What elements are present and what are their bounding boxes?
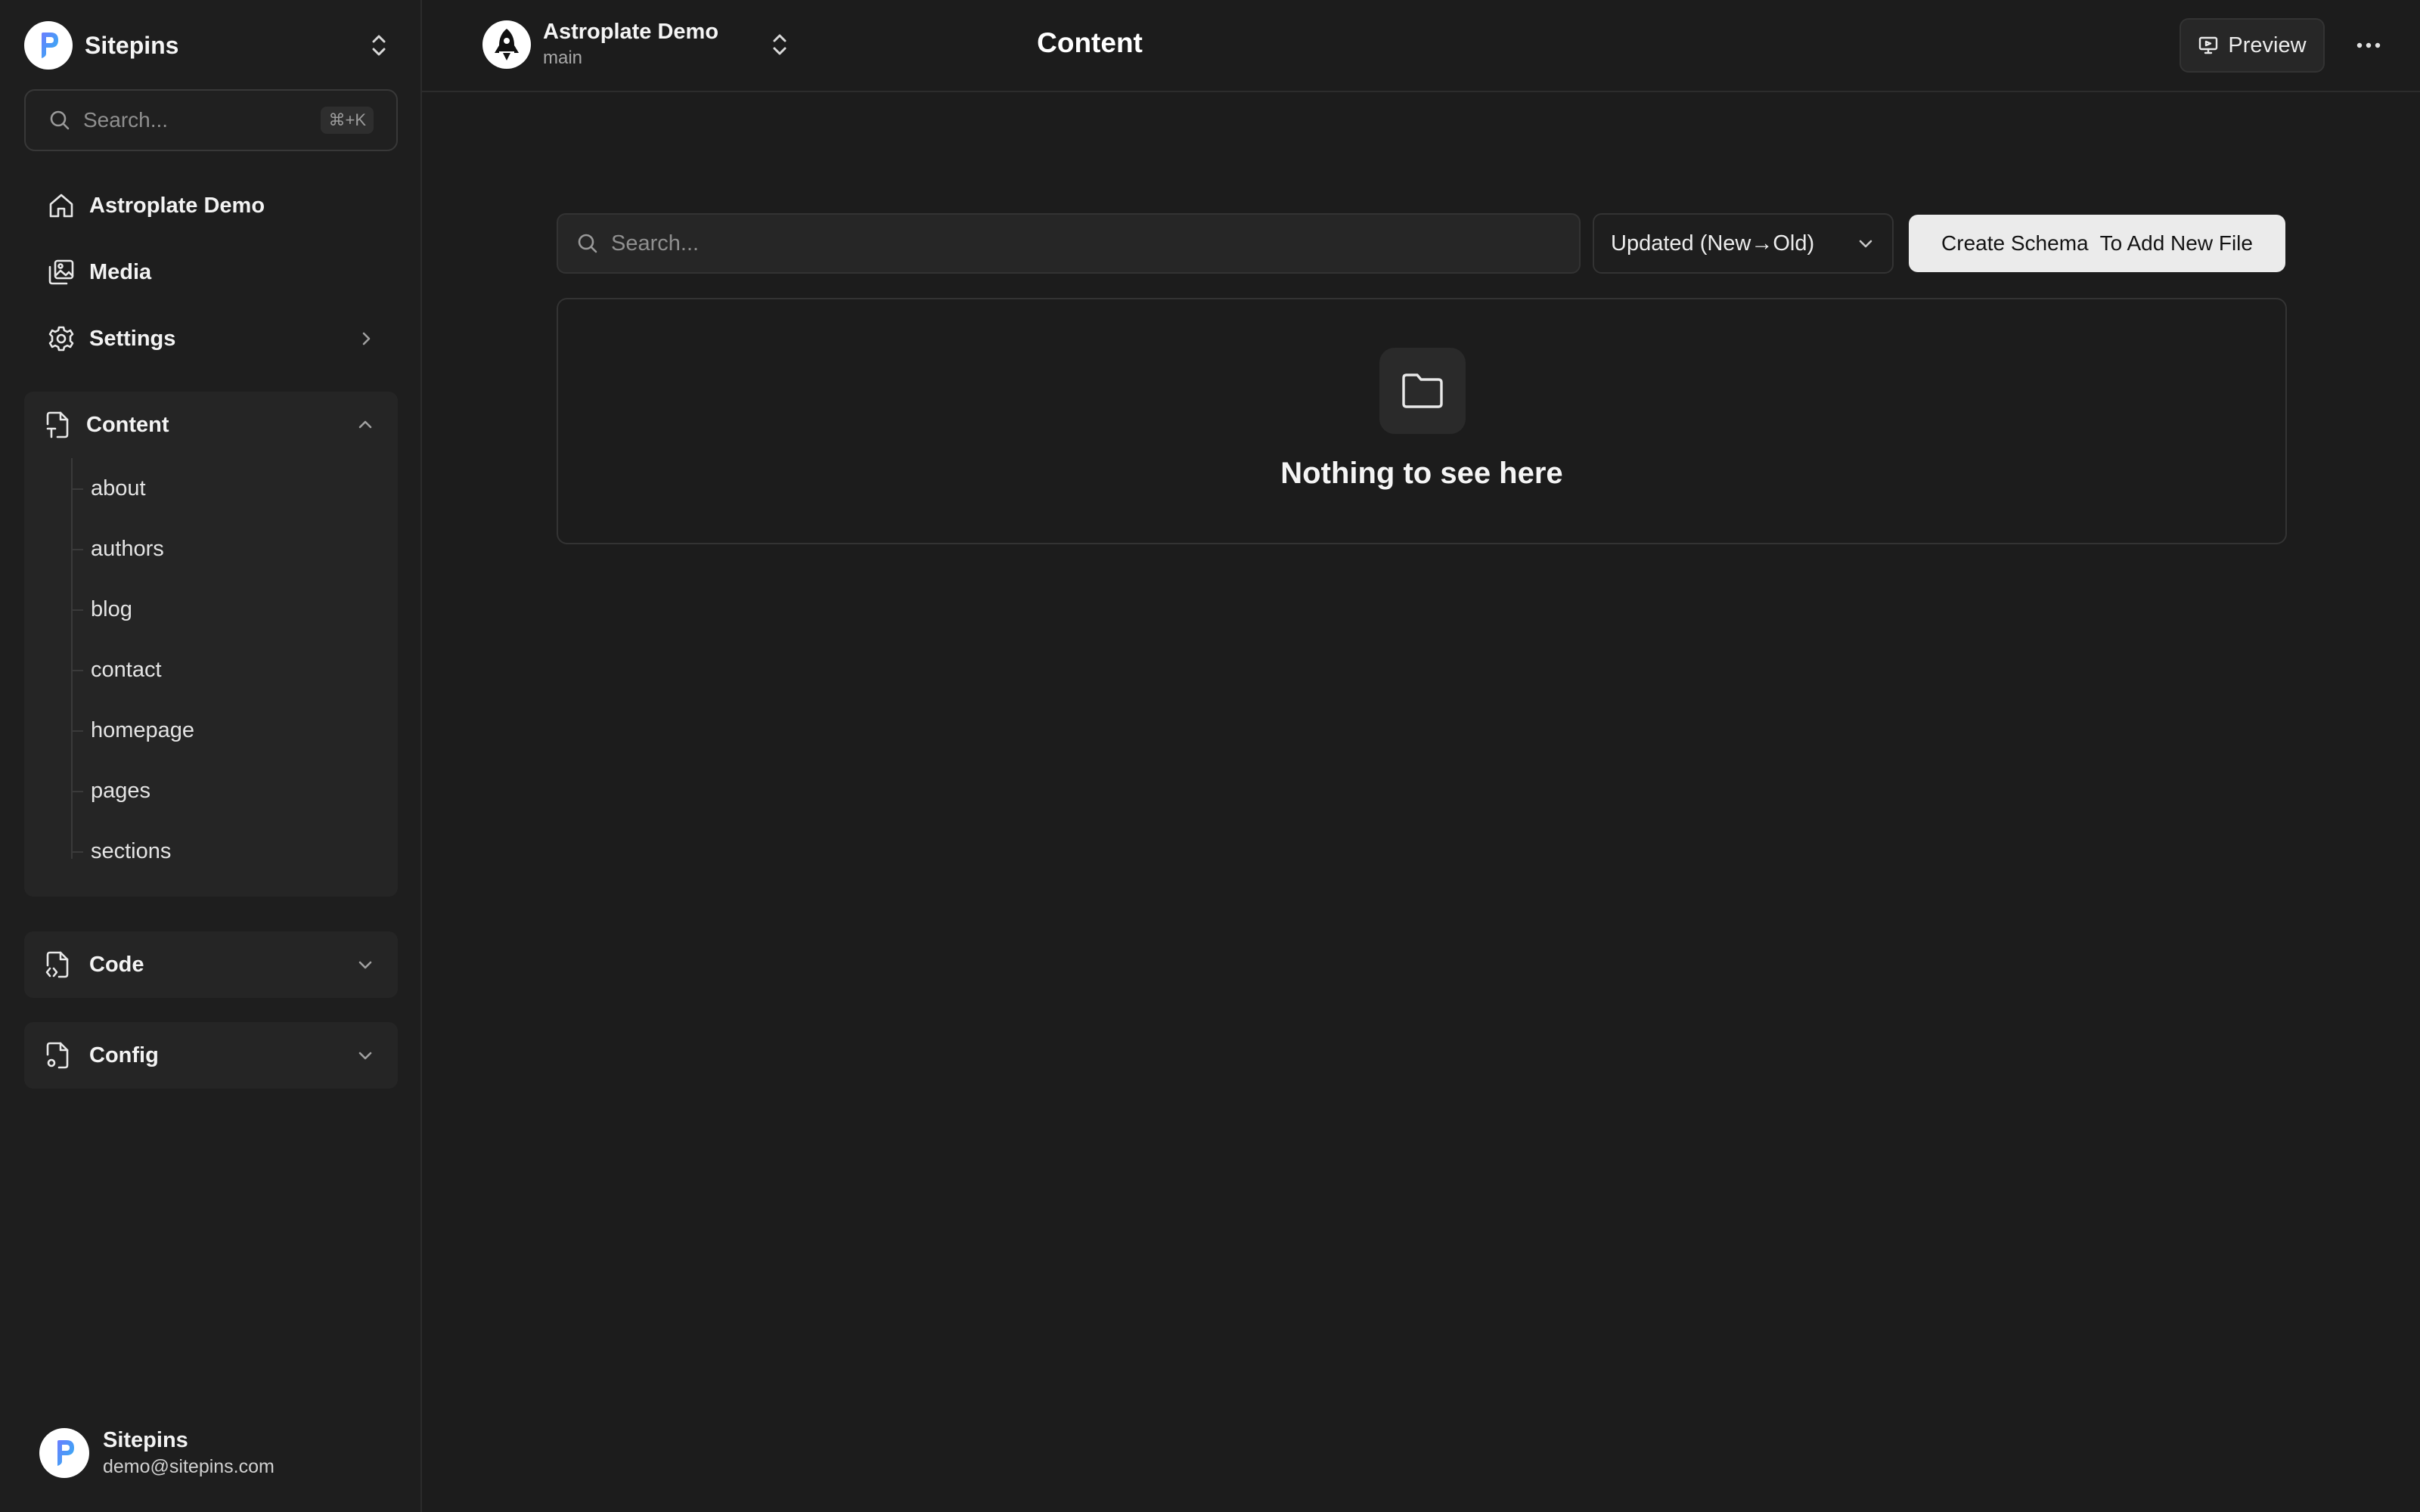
sort-select[interactable]: Updated (New→Old) <box>1593 213 1894 274</box>
empty-state: Nothing to see here <box>557 298 2287 544</box>
avatar <box>39 1428 89 1478</box>
top-bar: Astroplate Demo main Content Preview <box>422 0 2420 92</box>
sidebar: Sitepins Search... ⌘+K Astroplate Demo M… <box>0 0 422 1512</box>
sidebar-item-media[interactable]: Media <box>24 245 398 299</box>
collection-item-authors[interactable]: authors <box>47 519 398 579</box>
collection-item-contact[interactable]: contact <box>47 640 398 700</box>
collection-item-blog[interactable]: blog <box>47 579 398 640</box>
content-section-label: Content <box>86 412 169 437</box>
collection-item-homepage[interactable]: homepage <box>47 700 398 761</box>
gear-icon <box>47 324 76 353</box>
sidebar-item-label: Media <box>89 259 152 284</box>
file-text-icon <box>44 411 71 439</box>
collection-item-sections[interactable]: sections <box>47 821 398 881</box>
config-section-label: Config <box>89 1043 159 1067</box>
code-section-toggle[interactable]: Code <box>24 931 398 998</box>
sitepins-logo-icon <box>24 21 73 70</box>
more-options-button[interactable] <box>2349 27 2388 64</box>
content-section: Content about authors blog contact homep… <box>24 392 398 897</box>
sidebar-item-astroplate-demo[interactable]: Astroplate Demo <box>24 178 398 233</box>
sidebar-item-label: Astroplate Demo <box>89 193 265 218</box>
sidebar-item-settings[interactable]: Settings <box>24 311 398 366</box>
code-section-label: Code <box>89 952 144 977</box>
user-info: Sitepins demo@sitepins.com <box>103 1428 275 1478</box>
folder-icon <box>1379 348 1466 434</box>
preview-button[interactable]: Preview <box>2180 18 2325 73</box>
user-email: demo@sitepins.com <box>103 1456 275 1477</box>
code-section: Code <box>24 931 398 998</box>
chevron-up-down-icon <box>368 32 390 59</box>
collection-item-pages[interactable]: pages <box>47 761 398 821</box>
content-search-input[interactable]: Search... <box>557 213 1581 274</box>
chevron-down-icon <box>355 955 375 974</box>
search-icon <box>48 109 71 132</box>
search-icon <box>576 232 599 255</box>
content-search-placeholder: Search... <box>611 231 700 256</box>
config-section-toggle[interactable]: Config <box>24 1022 398 1089</box>
collection-item-about[interactable]: about <box>47 458 398 519</box>
preview-button-label: Preview <box>2228 33 2307 57</box>
more-horizontal-icon <box>2356 42 2381 49</box>
chevron-down-icon <box>1856 234 1876 253</box>
file-cog-icon <box>44 1041 71 1070</box>
config-section: Config <box>24 1022 398 1089</box>
chevron-down-icon <box>355 1046 375 1065</box>
create-schema-button[interactable]: Create Schema To Add New File <box>1909 215 2285 272</box>
media-icon <box>47 258 76 287</box>
user-name: Sitepins <box>103 1428 188 1452</box>
sidebar-search[interactable]: Search... ⌘+K <box>24 89 398 151</box>
chevron-right-icon <box>357 330 375 348</box>
chevron-up-icon <box>355 415 375 435</box>
file-code-icon <box>44 950 71 979</box>
monitor-icon <box>2198 35 2219 56</box>
user-profile[interactable]: Sitepins demo@sitepins.com <box>39 1424 395 1482</box>
workspace-switcher[interactable]: Sitepins <box>24 20 390 71</box>
content-section-toggle[interactable]: Content <box>24 392 398 458</box>
sidebar-item-label: Settings <box>89 326 176 351</box>
home-icon <box>47 191 76 220</box>
sidebar-search-placeholder: Search... <box>83 108 169 132</box>
workspace-name: Sitepins <box>85 31 179 59</box>
empty-state-message: Nothing to see here <box>1280 457 1563 490</box>
page-title: Content <box>1037 27 1143 58</box>
content-collection-list: about authors blog contact homepage page… <box>47 458 398 897</box>
search-shortcut-badge: ⌘+K <box>321 107 374 134</box>
sort-select-value: Updated (New→Old) <box>1611 231 1815 256</box>
